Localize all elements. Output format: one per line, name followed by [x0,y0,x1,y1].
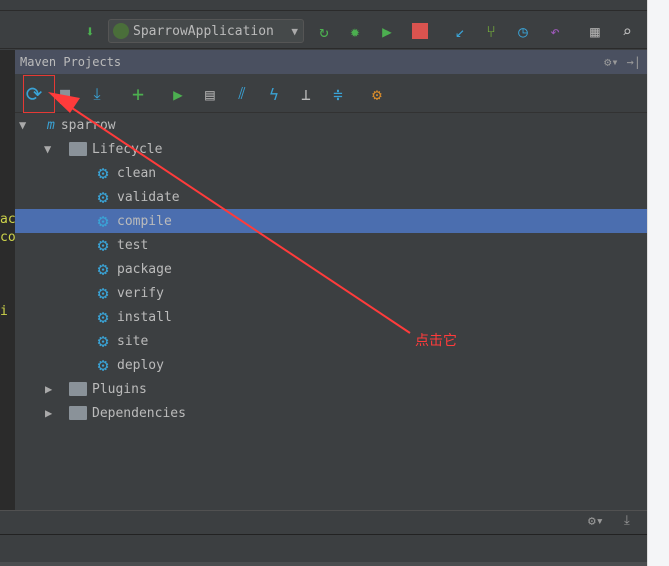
annotation-text: 点击它 [415,333,457,349]
settings-icon[interactable]: ⚙▾ [588,514,604,529]
hide-panel-icon[interactable]: ⤓ [624,513,630,528]
status-bar [0,536,647,566]
annotation-arrow [48,92,411,334]
bottom-tool-bar: ⚙▾ ⤓ [0,510,647,535]
